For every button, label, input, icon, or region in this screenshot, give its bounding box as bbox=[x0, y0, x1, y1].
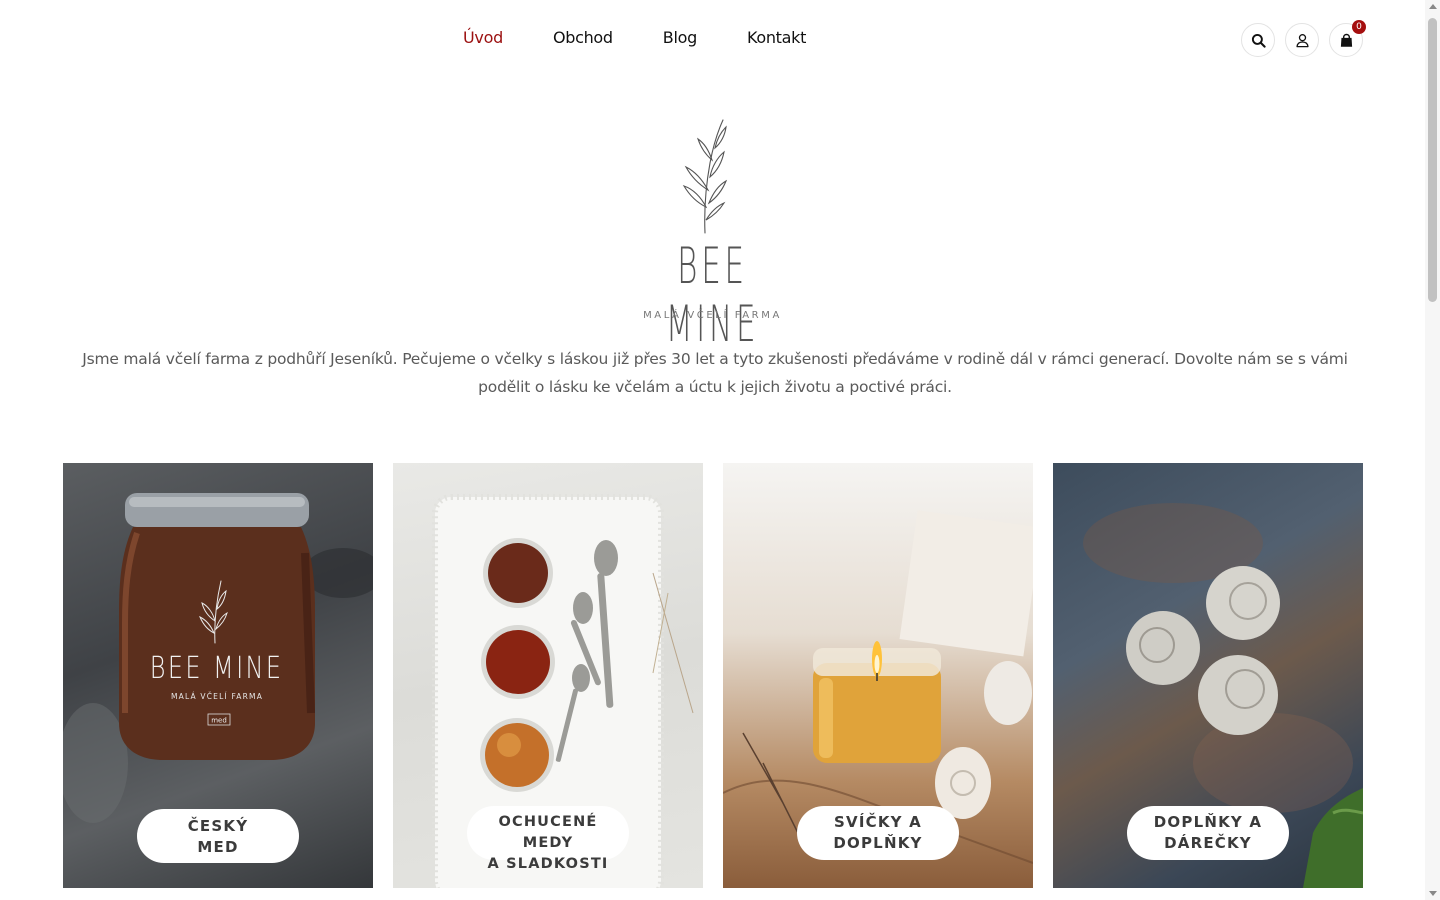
site-header: Úvod Obchod Blog Kontakt 0 bbox=[0, 0, 1425, 80]
category-card-cesky-med[interactable]: BEE MINE MALÁ VČELÍ FARMA med ČESKÝ MED bbox=[63, 463, 373, 888]
brand-tagline: MALÁ VČELÍ FARMA bbox=[643, 310, 782, 321]
nav-item-obchod[interactable]: Obchod bbox=[553, 28, 613, 47]
category-label-line1: SVÍČKY A bbox=[834, 813, 922, 831]
category-card-ochucene-medy[interactable]: OCHUCENÉ MEDY A SLADKOSTI bbox=[393, 463, 703, 888]
scrollbar-thumb[interactable] bbox=[1428, 18, 1437, 302]
main-nav: Úvod Obchod Blog Kontakt bbox=[463, 28, 806, 47]
scroll-up-arrow-icon[interactable] bbox=[1429, 4, 1437, 9]
olive-branch-icon bbox=[682, 119, 728, 234]
category-label-line1: OCHUCENÉ MEDY bbox=[498, 814, 598, 851]
category-label-line2: DÁREČKY bbox=[1164, 834, 1252, 852]
intro-text: Jsme malá včelí farma z podhůří Jeseníků… bbox=[82, 350, 1348, 396]
category-label-line1: ČESKÝ bbox=[187, 817, 249, 835]
category-label-svicky[interactable]: SVÍČKY A DOPLŇKY bbox=[797, 806, 959, 860]
jar-product-tag: med bbox=[211, 717, 227, 725]
category-label-doplnky[interactable]: DOPLŇKY A DÁREČKY bbox=[1127, 806, 1289, 860]
shopping-bag-icon bbox=[1340, 33, 1352, 47]
jar-brand-tagline: MALÁ VČELÍ FARMA bbox=[171, 692, 263, 701]
category-label-cesky-med[interactable]: ČESKÝ MED bbox=[137, 809, 299, 863]
jar-brand-name: BEE MINE bbox=[150, 651, 284, 685]
brand-logo[interactable]: BEE MINE MALÁ VČELÍ FARMA bbox=[620, 115, 805, 353]
nav-item-uvod[interactable]: Úvod bbox=[463, 28, 503, 47]
brand-name: BEE MINE bbox=[665, 237, 760, 353]
page-scrollbar[interactable] bbox=[1425, 0, 1440, 900]
search-icon bbox=[1251, 33, 1266, 48]
category-card-doplnky[interactable]: DOPLŇKY A DÁREČKY bbox=[1053, 463, 1363, 888]
cart-count-badge: 0 bbox=[1352, 20, 1366, 34]
category-label-line2: MED bbox=[197, 838, 239, 856]
category-card-svicky[interactable]: SVÍČKY A DOPLŇKY bbox=[723, 463, 1033, 888]
cart-button[interactable]: 0 bbox=[1329, 20, 1366, 57]
category-label-line2: A SLADKOSTI bbox=[487, 856, 609, 872]
category-label-line2: DOPLŇKY bbox=[833, 834, 923, 852]
category-label-line1: DOPLŇKY A bbox=[1153, 813, 1263, 831]
user-icon bbox=[1295, 33, 1309, 47]
nav-item-blog[interactable]: Blog bbox=[663, 28, 697, 47]
search-button[interactable] bbox=[1241, 23, 1275, 57]
scroll-down-arrow-icon[interactable] bbox=[1429, 891, 1437, 896]
category-label-ochucene-medy[interactable]: OCHUCENÉ MEDY A SLADKOSTI bbox=[467, 806, 629, 872]
nav-item-kontakt[interactable]: Kontakt bbox=[747, 28, 806, 47]
account-button[interactable] bbox=[1285, 23, 1319, 57]
